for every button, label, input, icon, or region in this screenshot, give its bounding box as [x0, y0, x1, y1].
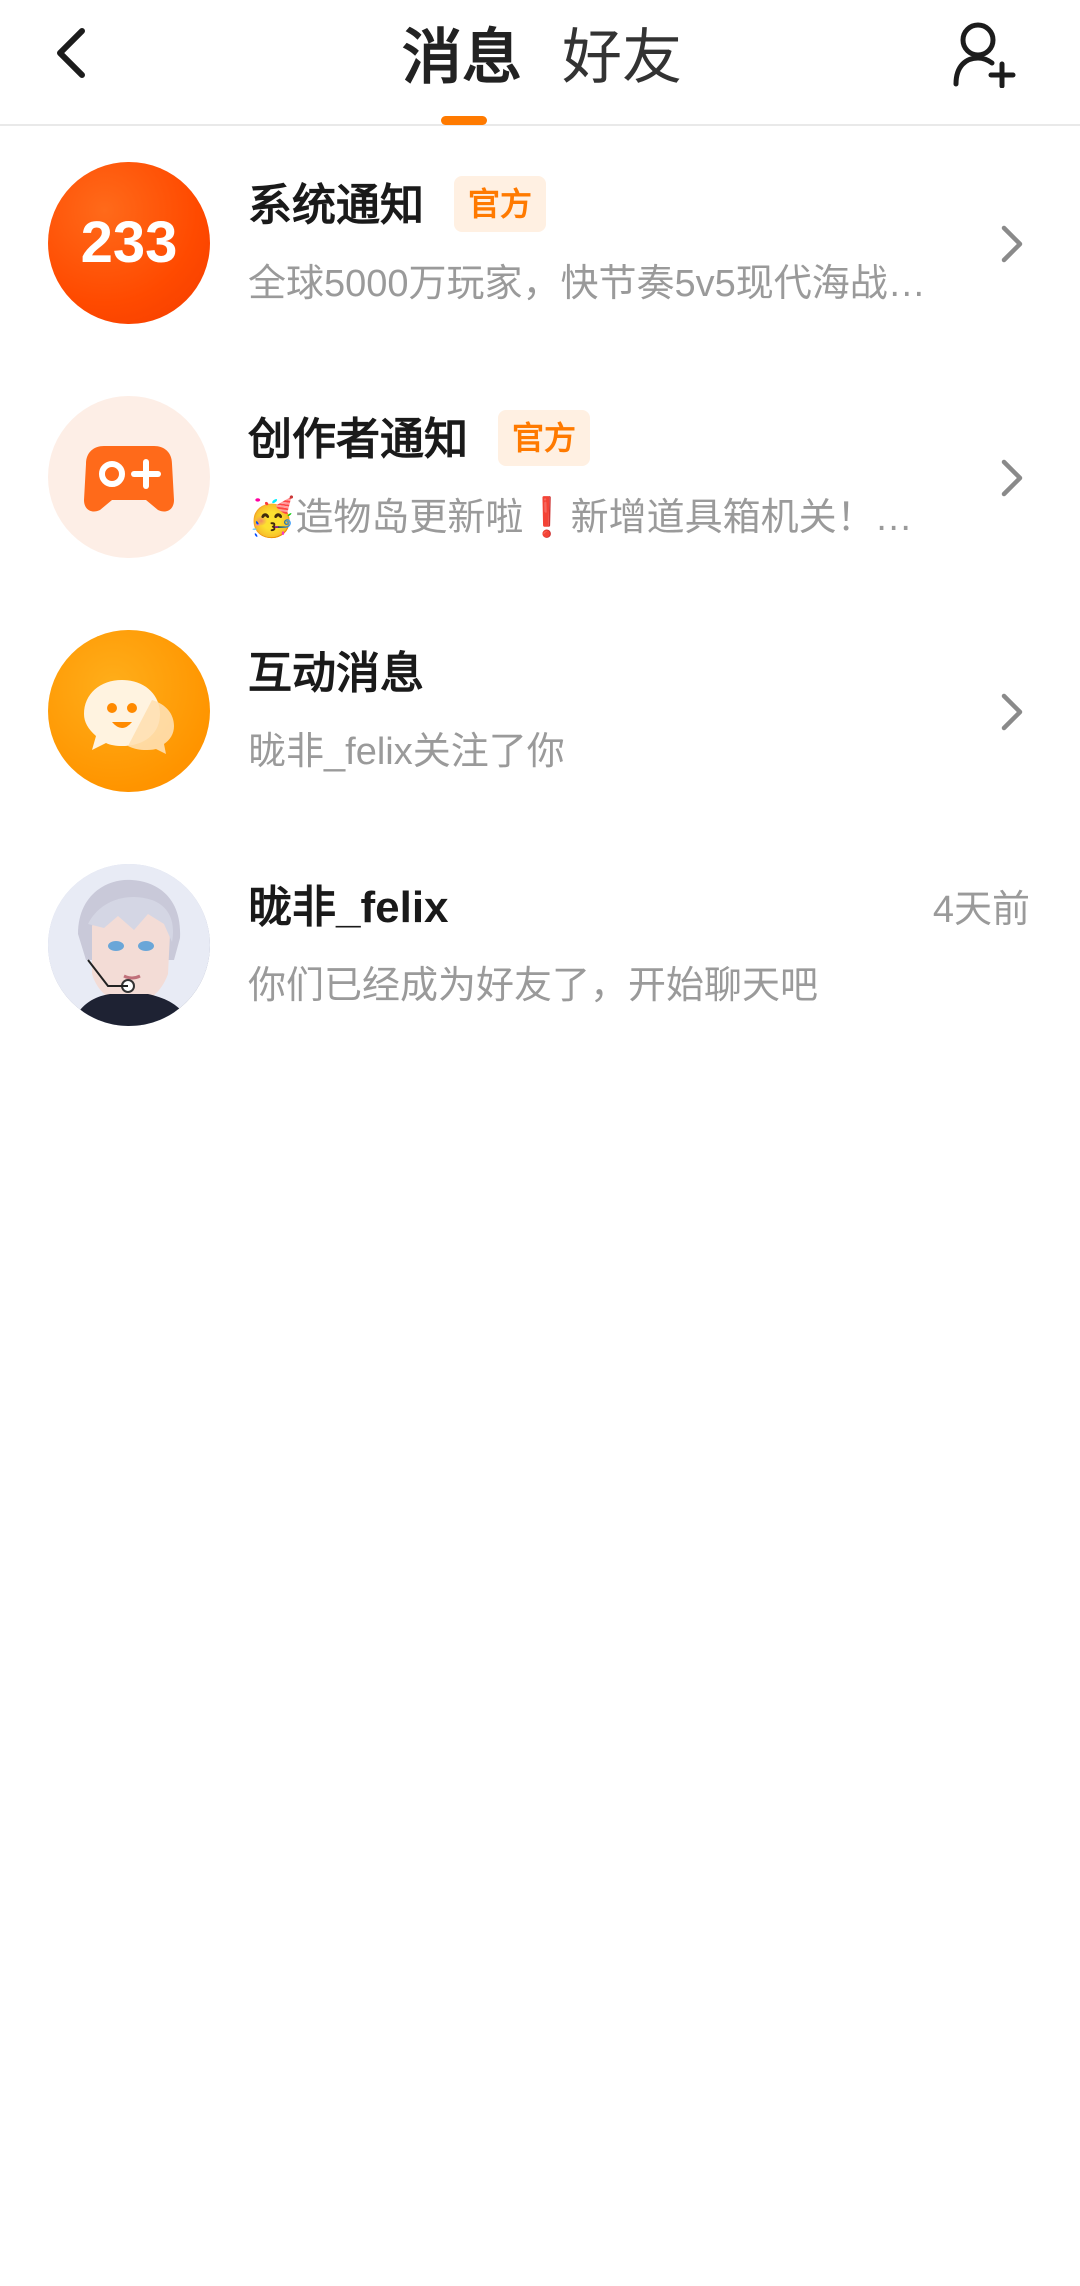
- add-friend-button[interactable]: [948, 16, 1020, 92]
- conversation-time: 4天前: [932, 889, 1030, 931]
- chat-bubble-face-icon: [48, 630, 210, 792]
- official-badge: 官方: [498, 410, 591, 467]
- conversation-friend-chat[interactable]: 昽非_felix 4天前 你们已经成为好友了，开始聊天吧: [0, 828, 1080, 1062]
- user-avatar: [48, 864, 210, 1026]
- conversation-interactions[interactable]: 互动消息 昽非_felix关注了你: [0, 594, 1080, 828]
- top-bar: 消息 好友: [0, 0, 1080, 126]
- tab-friends[interactable]: 好友: [562, 18, 682, 98]
- party-emoji-icon: 🥳: [248, 497, 296, 539]
- tab-bar: 消息 好友: [0, 0, 1080, 125]
- conversation-title-text: 创作者通知: [248, 415, 468, 464]
- add-user-icon: [953, 22, 1016, 88]
- conversation-preview: 昽非_felix关注了你: [248, 731, 565, 773]
- active-tab-indicator: [441, 116, 487, 125]
- conversation-preview: 全球5000万玩家，快节奏5v5现代海战…: [248, 263, 926, 305]
- logo-233-icon: 233: [48, 162, 210, 324]
- official-badge: 官方: [454, 176, 547, 233]
- conversation-title: 昽非_felix: [248, 883, 449, 932]
- conversation-preview: 你们已经成为好友了，开始聊天吧: [248, 965, 819, 1007]
- svg-text:233: 233: [81, 210, 178, 275]
- chevron-right-icon: [992, 216, 1032, 272]
- gamepad-plus-icon: [48, 396, 210, 558]
- conversation-preview: 🥳造物岛更新啦❗新增道具箱机关！…: [248, 490, 968, 546]
- conversation-system-notice[interactable]: 233 系统通知 官方 全球5000万玩家，快节奏5v5现代海战…: [0, 126, 1080, 360]
- conversation-title: 互动消息: [248, 649, 424, 698]
- conversation-title: 创作者通知 官方: [248, 410, 591, 468]
- conversation-title-text: 系统通知: [248, 181, 424, 230]
- chevron-right-icon: [992, 450, 1032, 506]
- chevron-right-icon: [992, 684, 1032, 740]
- conversation-title: 系统通知 官方: [248, 176, 547, 234]
- tab-messages[interactable]: 消息: [402, 18, 522, 98]
- conversation-preview-text: 造物岛更新啦❗新增道具箱机关！…: [295, 497, 913, 539]
- conversation-list: 233 系统通知 官方 全球5000万玩家，快节奏5v5现代海战… 创作者通知 官方: [0, 126, 1080, 1062]
- conversation-creator-notice[interactable]: 创作者通知 官方 🥳造物岛更新啦❗新增道具箱机关！…: [0, 360, 1080, 594]
